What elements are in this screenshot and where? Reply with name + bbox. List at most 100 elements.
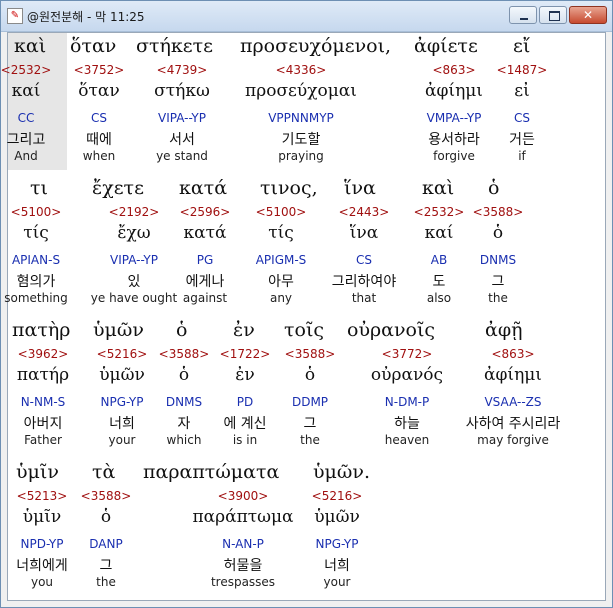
lemma-word: καί — [11, 81, 41, 101]
lemma-word: ὁ — [100, 507, 112, 527]
parse-code: DDMP — [291, 395, 329, 409]
strong-number: <3588> — [284, 347, 336, 361]
korean-gloss: 허물을 — [223, 558, 263, 574]
english-gloss: also — [426, 291, 452, 305]
app-window: ✎ @원전분해 - 막 11:25 ✕ καὶ ὅταν στήκετε προσευ… — [0, 0, 613, 608]
korean-gloss: 용서하라 — [428, 132, 480, 148]
english-gloss: may forgive — [477, 433, 549, 447]
strong-number: <5216> — [311, 489, 363, 503]
english-gloss: heaven — [384, 433, 430, 447]
lemma-word: στήκω — [154, 81, 210, 101]
parse-code: DANP — [89, 537, 123, 551]
parse-code: N-NM-S — [20, 395, 66, 409]
maximize-icon — [549, 11, 560, 21]
greek-word: παραπτώματα — [143, 461, 280, 483]
english-gloss: if — [518, 149, 526, 163]
greek-word: ὑμῶν — [93, 319, 144, 341]
parse-code: AB — [430, 253, 448, 267]
greek-word: στήκετε — [136, 35, 213, 57]
greek-word: ὅταν — [70, 35, 117, 57]
english-gloss: praying — [278, 149, 324, 163]
greek-word: κατά — [179, 177, 228, 199]
parse-code: VMPA--YP — [426, 111, 482, 125]
maximize-button[interactable] — [539, 6, 567, 24]
strong-number: <2532> — [413, 205, 465, 219]
strong-number: <4336> — [275, 63, 327, 77]
lemma-word: κατά — [183, 223, 227, 243]
korean-gloss: 아버지 — [23, 416, 63, 432]
strong-number: <2443> — [338, 205, 390, 219]
greek-word: τι — [30, 177, 48, 199]
greek-word: ἀφῇ — [485, 319, 523, 341]
korean-gloss: 자 — [177, 416, 191, 432]
parse-code: VPPNNMYP — [268, 111, 334, 125]
lemma-word: εἰ — [514, 81, 530, 101]
close-button[interactable]: ✕ — [569, 6, 607, 24]
english-gloss: your — [108, 433, 136, 447]
lemma-word: ὁ — [178, 365, 190, 385]
strong-number: <5100> — [10, 205, 62, 219]
lemma-word: πατήρ — [16, 365, 70, 385]
greek-word: τὰ — [92, 461, 116, 483]
lemma-word: καί — [424, 223, 454, 243]
parse-code: PD — [236, 395, 254, 409]
parse-code: DNMS — [479, 253, 517, 267]
parse-code: VSAA--ZS — [484, 395, 542, 409]
greek-word: οὐρανοῖς — [347, 319, 436, 341]
english-gloss: Father — [24, 433, 62, 447]
lemma-word: τίς — [23, 223, 49, 243]
lemma-word: ἀφίημι — [425, 81, 483, 101]
app-icon[interactable]: ✎ — [7, 8, 23, 24]
strong-number: <3588> — [472, 205, 524, 219]
english-gloss: the — [488, 291, 508, 305]
strong-number: <863> — [432, 63, 476, 77]
lemma-word: ὑμῖν — [22, 507, 62, 527]
greek-word: πατὴρ — [12, 319, 71, 341]
greek-word: ὁ — [176, 319, 188, 341]
korean-gloss: 그리하여야 — [331, 274, 397, 290]
korean-gloss: 너희 — [324, 558, 350, 574]
english-gloss: And — [14, 149, 38, 163]
parse-code: DNMS — [165, 395, 203, 409]
strong-number: <2532> — [0, 63, 52, 77]
korean-gloss: 아무 — [268, 274, 294, 290]
title-bar[interactable]: ✎ @원전분해 - 막 11:25 ✕ — [1, 1, 612, 32]
greek-word: προσευχόμενοι, — [240, 35, 392, 57]
korean-gloss: 서서 — [169, 132, 195, 148]
korean-gloss: 너희 — [109, 416, 135, 432]
english-gloss: trespasses — [210, 575, 276, 589]
parse-code: CC — [17, 111, 35, 125]
parse-code: APIAN-S — [11, 253, 61, 267]
strong-number: <1722> — [219, 347, 271, 361]
lemma-word: ἔχω — [117, 223, 151, 243]
strong-number: <3588> — [80, 489, 132, 503]
minimize-button[interactable] — [509, 6, 537, 24]
english-gloss: against — [182, 291, 228, 305]
parse-code: N-DM-P — [384, 395, 430, 409]
english-gloss: is in — [232, 433, 258, 447]
korean-gloss: 도 — [432, 274, 446, 290]
greek-word: ἵνα — [344, 177, 376, 199]
korean-gloss: 그리고 — [6, 132, 46, 148]
korean-gloss: 사하여 주시리라 — [465, 416, 561, 432]
korean-gloss: 에게나 — [185, 274, 225, 290]
lemma-word: ὅταν — [78, 81, 120, 101]
greek-word: τοῖς — [284, 319, 325, 341]
parse-code: CS — [514, 111, 530, 125]
parse-code: PG — [196, 253, 214, 267]
english-gloss: any — [269, 291, 293, 305]
korean-gloss: 혐의가 — [16, 274, 56, 290]
parse-code: APIGM-S — [255, 253, 307, 267]
strong-number: <2596> — [179, 205, 231, 219]
close-icon: ✕ — [582, 8, 594, 22]
parse-code: VIPA--YP — [158, 111, 206, 125]
english-gloss: your — [323, 575, 351, 589]
lemma-word: οὐρανός — [370, 365, 444, 385]
strong-number: <3588> — [158, 347, 210, 361]
korean-gloss: 때에 — [86, 132, 112, 148]
english-gloss: the — [96, 575, 116, 589]
parse-code: N-AN-P — [222, 537, 264, 551]
lemma-word: ὑμῶν — [314, 507, 360, 527]
lemma-word: ὑμῶν — [99, 365, 145, 385]
interlinear-pane[interactable]: καὶ ὅταν στήκετε προσευχόμενοι, ἀφίετε εἴ <253… — [1, 32, 606, 601]
